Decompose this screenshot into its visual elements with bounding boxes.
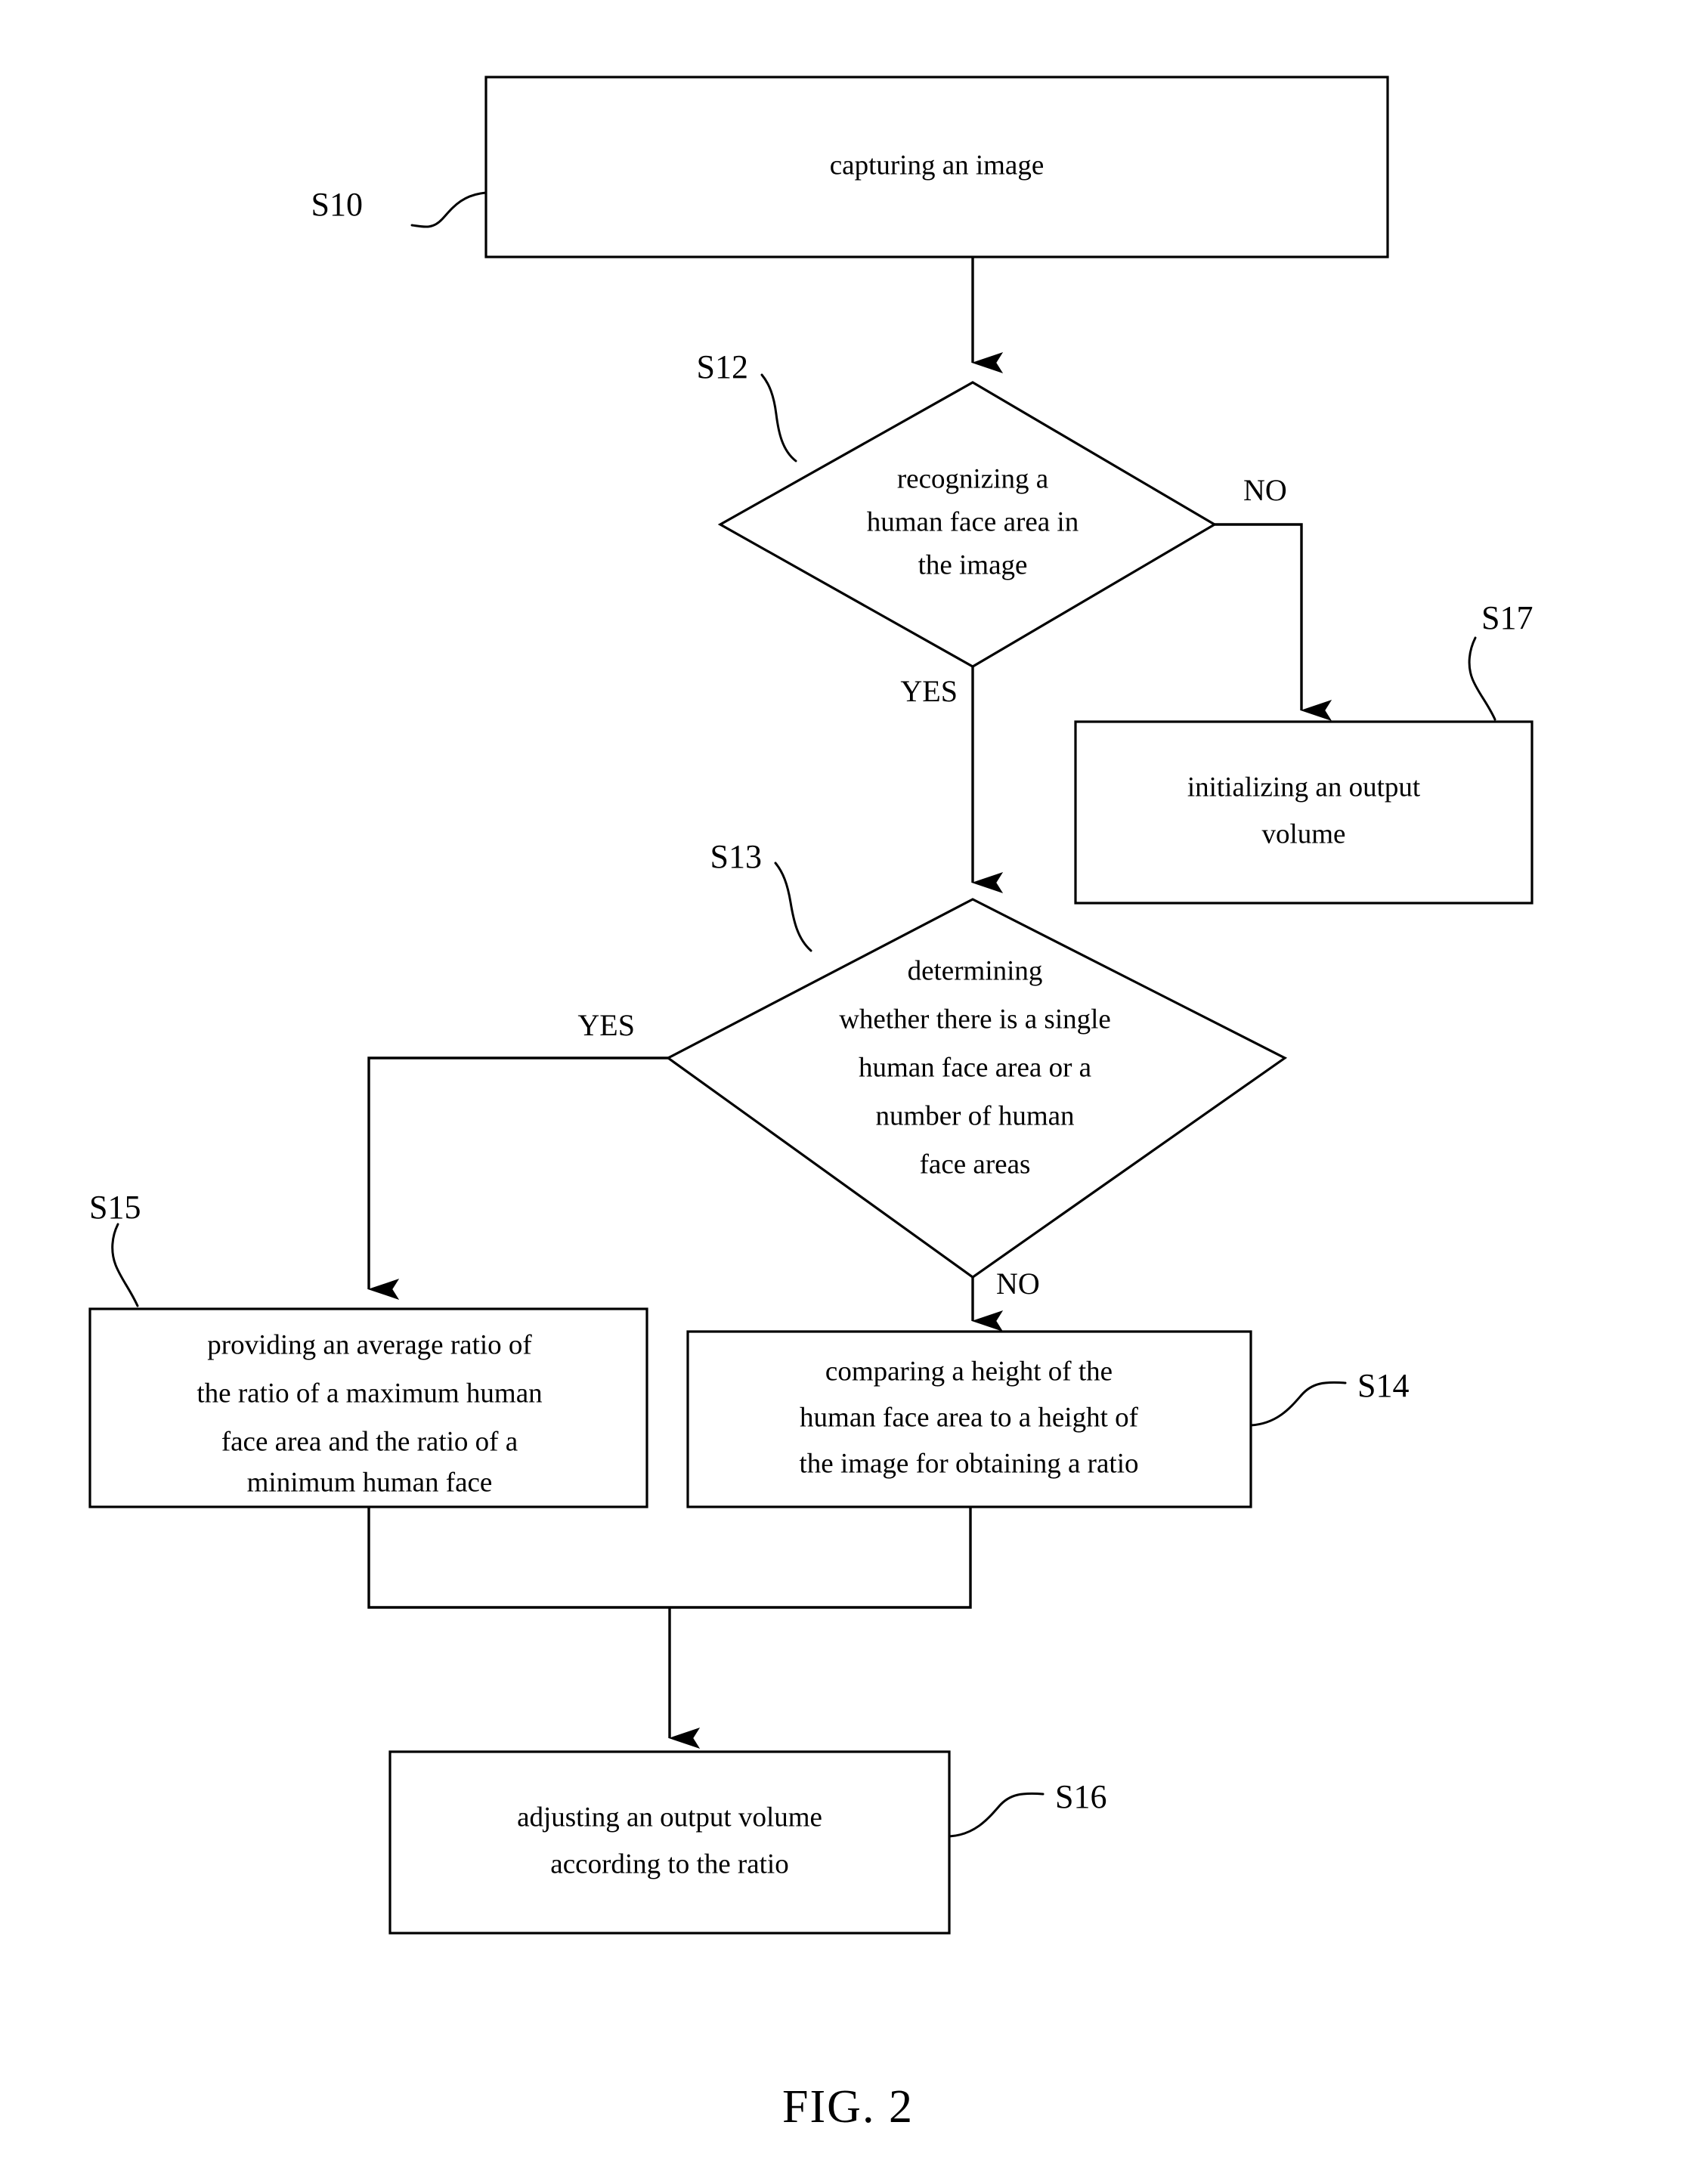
node-s16-text-line1: adjusting an output volume — [517, 1802, 822, 1833]
step-label-s12: S12 — [697, 348, 748, 385]
node-s12-text-line2: human face area in — [867, 506, 1079, 537]
node-s13-text-line5: face areas — [920, 1149, 1031, 1180]
node-s10-text: capturing an image — [830, 150, 1045, 181]
branch-label-s12-yes: YES — [900, 674, 958, 708]
leader-s12 — [760, 373, 797, 462]
node-s17-box — [1074, 720, 1534, 905]
figure-container: capturing an image S10 recognizing a hum… — [0, 0, 1696, 2184]
node-s13-text-line2: whether there is a single — [839, 1004, 1111, 1035]
leader-s13 — [774, 862, 812, 952]
node-s12-text-line1: recognizing a — [897, 463, 1048, 494]
step-label-s10: S10 — [311, 186, 363, 223]
node-s16-text-line2: according to the ratio — [550, 1848, 788, 1879]
node-s15-text-line3: face area and the ratio of a — [221, 1426, 518, 1457]
branch-label-s13-no: NO — [996, 1267, 1040, 1301]
node-s13-text-line4: number of human — [875, 1100, 1074, 1131]
leader-s14 — [1249, 1381, 1347, 1427]
branch-label-s13-yes: YES — [577, 1008, 635, 1042]
leader-s15 — [111, 1223, 139, 1307]
node-s16-box — [388, 1750, 951, 1935]
step-label-s13: S13 — [710, 838, 762, 875]
node-s17-text-line2: volume — [1262, 818, 1346, 849]
flowchart-canvas: capturing an image S10 recognizing a hum… — [88, 76, 1534, 2133]
leader-s17 — [1468, 636, 1496, 721]
branch-label-s12-no: NO — [1243, 473, 1287, 507]
node-s12-text-line3: the image — [918, 549, 1028, 580]
step-label-s17: S17 — [1481, 599, 1533, 636]
node-s14-text-line2: human face area to a height of — [800, 1402, 1139, 1433]
leader-s10 — [410, 191, 487, 228]
node-s14-text-line1: comparing a height of the — [825, 1356, 1113, 1387]
connector-merge-s15-s14 — [367, 1507, 972, 1609]
node-s15-text-line4: minimum human face — [247, 1467, 493, 1498]
node-s15-text-line2: the ratio of a maximum human — [197, 1378, 542, 1409]
node-s13-text-line3: human face area or a — [859, 1052, 1091, 1083]
node-s13-text-line1: determining — [908, 955, 1043, 986]
connector-s13-yes-to-s15 — [367, 1056, 668, 1300]
step-label-s16: S16 — [1055, 1778, 1106, 1815]
leader-s16 — [948, 1792, 1045, 1838]
figure-caption: FIG. 2 — [782, 2081, 914, 2133]
node-s15-text-line1: providing an average ratio of — [207, 1329, 532, 1360]
connector-s12-no-to-s17 — [1215, 523, 1332, 721]
step-label-s15: S15 — [89, 1189, 141, 1226]
node-s17-text-line1: initializing an output — [1187, 772, 1421, 803]
step-label-s14: S14 — [1357, 1367, 1409, 1404]
node-s14-text-line3: the image for obtaining a ratio — [800, 1448, 1139, 1479]
